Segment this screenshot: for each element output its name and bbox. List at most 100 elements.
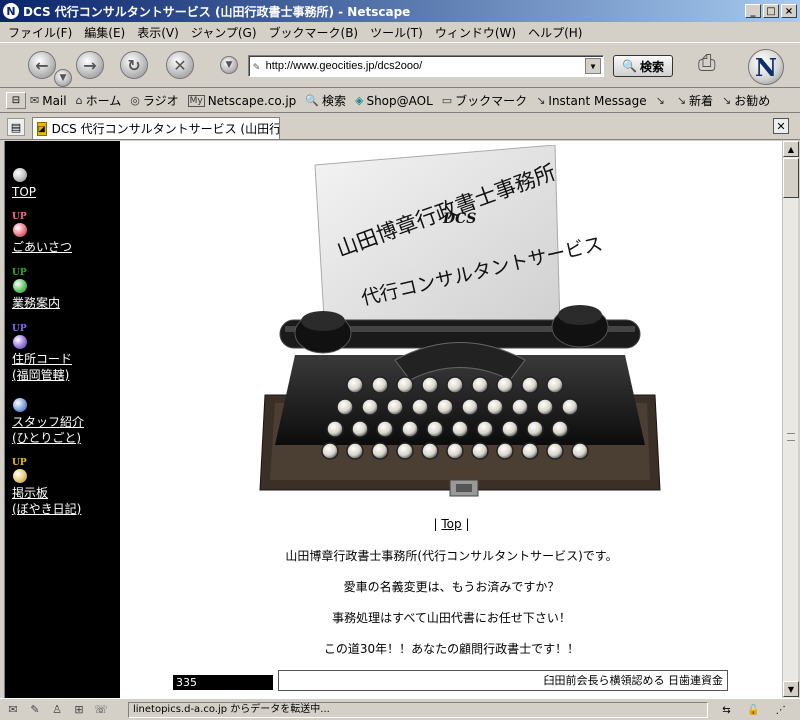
geocities-favicon-icon: ◪: [37, 121, 47, 136]
sidebar-link-bbs[interactable]: 掲示板: [12, 485, 81, 501]
address-book-icon[interactable]: ⊞: [70, 702, 88, 718]
scroll-up-arrow-icon[interactable]: ▲: [783, 141, 799, 157]
menu-bookmarks[interactable]: ブックマーク(B): [269, 24, 359, 41]
bullet-ball-icon: [13, 398, 27, 412]
sidebar-item-services[interactable]: UP 業務案内: [12, 269, 60, 311]
bookmark-netscape[interactable]: My Netscape.co.jp: [187, 94, 296, 108]
intro-line-1: 山田博章行政書士事務所(代行コンサルタントサービス)です。: [285, 549, 618, 563]
sidebar-link-services[interactable]: 業務案内: [12, 295, 60, 311]
menu-view[interactable]: 表示(V): [137, 24, 179, 41]
netscape-logo[interactable]: N: [748, 49, 784, 85]
chatzilla-icon[interactable]: ☏: [92, 702, 110, 718]
forward-arrow-icon: →: [83, 55, 97, 75]
navigation-toolbar: ← ▼ → ↻ ✕ ▼ ✎ http://www.geocities.jp/dc…: [0, 42, 800, 88]
bullet-ball-icon: [13, 279, 27, 293]
typewriter-hero-image: 山田博章行政書士事務所 DCS 代行コンサルタントサービス: [259, 145, 661, 497]
new-tab-icon[interactable]: ▤: [7, 118, 25, 136]
scroll-down-arrow-icon[interactable]: ▼: [783, 681, 799, 697]
url-dropdown-button[interactable]: ▼: [585, 58, 601, 74]
menu-tools[interactable]: ツール(T): [370, 24, 423, 41]
menu-window[interactable]: ウィンドウ(W): [435, 24, 516, 41]
history-dropdown-button[interactable]: ▼: [220, 56, 238, 74]
security-lock-icon: 🔓: [746, 704, 760, 716]
intro-line-2: 愛車の名義変更は、もうお済みですか？: [343, 580, 560, 594]
bookmark-search[interactable]: 🔍 検索: [305, 92, 346, 109]
close-tab-icon[interactable]: ✕: [773, 118, 789, 134]
bookmark-instant-message[interactable]: ↘ Instant Message: [536, 94, 646, 108]
bookmark-link[interactable]: ↘: [656, 94, 668, 107]
sidebar-link-top[interactable]: TOP: [12, 184, 36, 200]
aol-icon: ◈: [354, 94, 364, 107]
online-status-icon: ⇆: [722, 704, 731, 716]
sidebar-item-address-code[interactable]: UP 住所コード (福岡管轄): [12, 325, 72, 383]
stop-icon: ✕: [173, 55, 187, 75]
toolbar-grip-icon[interactable]: ⊟: [6, 92, 26, 109]
news-ticker[interactable]: 臼田前会長ら横領認める 日歯連資金: [278, 670, 728, 691]
tab-bar: ▤ ◪ DCS 代行コンサルタントサービス (山田行政... ✕: [0, 114, 800, 140]
composer-icon[interactable]: ✎: [26, 702, 44, 718]
back-button[interactable]: ←: [28, 51, 56, 79]
up-badge-icon: UP: [12, 212, 27, 222]
scroll-thumb[interactable]: [783, 158, 799, 198]
hero-dcs-text: DCS: [442, 211, 476, 227]
menu-edit[interactable]: 編集(E): [84, 24, 125, 41]
site-sidebar: TOP UP ごあいさつ UP 業務案内 UP 住所コード (福岡管轄) スタッ…: [5, 141, 120, 698]
sidebar-link-greeting[interactable]: ごあいさつ: [12, 239, 72, 255]
tab-current[interactable]: ◪ DCS 代行コンサルタントサービス (山田行政...: [32, 117, 280, 139]
link-icon: ↘: [536, 94, 546, 107]
url-text[interactable]: http://www.geocities.jp/dcs2ooo/: [266, 60, 585, 72]
sidebar-link-staff[interactable]: スタッフ紹介: [12, 414, 84, 430]
bookmark-recommend[interactable]: ↘ お勧め: [722, 92, 770, 109]
vertical-scrollbar[interactable]: ▲ ▼: [782, 141, 799, 698]
radio-icon: ◎: [130, 94, 140, 107]
back-arrow-icon: ←: [35, 55, 49, 75]
reload-button[interactable]: ↻: [120, 51, 148, 79]
forward-button[interactable]: →: [76, 51, 104, 79]
search-button[interactable]: 🔍 検索: [613, 55, 673, 77]
intro-line-4: この道30年！！あなたの顧問行政書士です！！: [323, 642, 580, 656]
search-icon: 🔍: [622, 59, 637, 73]
minimize-button[interactable]: _: [745, 4, 761, 18]
sidebar-link-bbs-sub[interactable]: (ぼやき日記): [12, 501, 81, 517]
bookmark-folder[interactable]: ▭ ブックマーク: [442, 92, 527, 109]
sidebar-link-address-code[interactable]: 住所コード: [12, 351, 72, 367]
close-window-button[interactable]: ×: [781, 4, 797, 18]
chevron-down-icon: ▼: [225, 60, 233, 70]
reload-icon: ↻: [127, 55, 141, 75]
print-icon[interactable]: ⎙: [698, 51, 728, 79]
sidebar-link-staff-sub[interactable]: (ひとりごと): [12, 430, 84, 446]
back-dropdown-button[interactable]: ▼: [54, 69, 72, 87]
menu-go[interactable]: ジャンプ(G): [191, 24, 257, 41]
maximize-button[interactable]: □: [763, 4, 779, 18]
bookmark-shop-aol[interactable]: ◈ Shop@AOL: [355, 94, 433, 108]
bookmark-radio[interactable]: ◎ ラジオ: [130, 92, 178, 109]
page-proxy-icon: ✎: [253, 59, 260, 73]
sidebar-link-address-code-sub[interactable]: (福岡管轄): [12, 367, 72, 383]
top-link[interactable]: Top: [441, 517, 461, 531]
search-button-label: 検索: [639, 59, 664, 74]
sidebar-item-top[interactable]: TOP: [12, 167, 36, 200]
stop-button[interactable]: ✕: [166, 51, 194, 79]
sidebar-item-greeting[interactable]: UP ごあいさつ: [12, 213, 72, 255]
chevron-down-icon: ▼: [59, 73, 67, 83]
sidebar-item-staff[interactable]: スタッフ紹介 (ひとりごと): [12, 397, 84, 446]
aim-icon[interactable]: ♙: [48, 702, 66, 718]
mail-icon[interactable]: ✉: [4, 702, 22, 718]
window-title: DCS 代行コンサルタントサービス (山田行政書士事務所) - Netscape: [23, 4, 411, 19]
mail-icon: ✉: [30, 94, 40, 107]
bookmark-home[interactable]: ⌂ ホーム: [76, 92, 122, 109]
bookmark-new[interactable]: ↘ 新着: [677, 92, 713, 109]
status-bar: ✉ ✎ ♙ ⊞ ☏ linetopics.d-a.co.jp からデータを転送中…: [0, 698, 800, 720]
tab-label: DCS 代行コンサルタントサービス (山田行政...: [51, 122, 280, 136]
netscape-app-icon: N: [3, 3, 19, 19]
sidebar-item-bbs[interactable]: UP 掲示板 (ぼやき日記): [12, 459, 81, 517]
url-bar[interactable]: ✎ http://www.geocities.jp/dcs2ooo/ ▼: [248, 55, 604, 77]
title-bar: N DCS 代行コンサルタントサービス (山田行政書士事務所) - Netsca…: [0, 0, 800, 22]
menu-file[interactable]: ファイル(F): [8, 24, 72, 41]
bookmark-mail[interactable]: ✉ Mail: [30, 94, 67, 108]
bullet-ball-icon: [13, 335, 27, 349]
personal-toolbar: ⊟ ✉ Mail ⌂ ホーム ◎ ラジオ My Netscape.co.jp 🔍 検索 ◈…: [0, 89, 800, 113]
menu-help[interactable]: ヘルプ(H): [528, 24, 582, 41]
link-icon: ↘: [655, 94, 665, 107]
top-link-row: | Top |: [433, 517, 470, 531]
